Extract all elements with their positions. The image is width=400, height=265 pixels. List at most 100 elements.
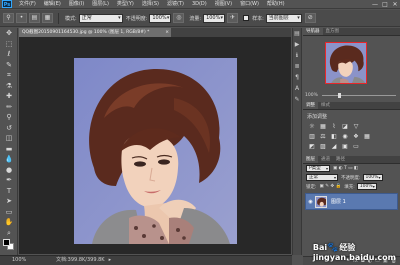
brightness-contrast-icon[interactable]: ☼ xyxy=(308,123,316,131)
sample-select[interactable]: 当前图层 xyxy=(265,13,302,23)
foreground-color-swatch[interactable] xyxy=(3,239,10,246)
actions-panel-icon[interactable]: ▶ xyxy=(293,39,301,50)
portrait-photo xyxy=(74,58,237,244)
menu-view[interactable]: 视图(V) xyxy=(211,0,236,9)
brush-tool-icon[interactable]: ✏ xyxy=(2,102,16,113)
ignore-adjustment-icon[interactable]: ⊘ xyxy=(304,13,316,23)
tab-styles[interactable]: 样式 xyxy=(318,102,333,109)
filter-icons[interactable]: ▣ ◐ T ▭ ◧ xyxy=(333,166,358,171)
navigator-thumbnail[interactable] xyxy=(325,42,367,84)
opacity-input[interactable]: 100% xyxy=(149,13,172,23)
hand-tool-icon[interactable]: ✋ xyxy=(2,217,16,228)
properties-panel-icon[interactable]: ≣ xyxy=(293,61,301,72)
brush-size-picker[interactable]: • xyxy=(16,13,27,23)
pen-tool-icon[interactable]: ✒ xyxy=(2,175,16,186)
navigator-zoom-value[interactable]: 100% xyxy=(305,93,318,98)
curves-icon[interactable]: ⌇ xyxy=(330,123,338,131)
layers-controls: P类型 ▣ ◐ T ▭ ◧ 正常 不透明度: 100% 锁定: ▣ ✎ ✥ 🔒 … xyxy=(303,164,400,210)
menu-image[interactable]: 图像(I) xyxy=(65,0,88,9)
hue-saturation-icon[interactable]: ▥ xyxy=(308,133,316,141)
brush-panel-toggle-icon[interactable]: ▤ xyxy=(29,13,40,23)
paragraph-panel-icon[interactable]: ¶ xyxy=(293,72,301,83)
clone-stamp-preset-icon[interactable]: ⚲ xyxy=(3,13,14,23)
path-select-tool-icon[interactable]: ➤ xyxy=(2,196,16,207)
lock-icons[interactable]: ▣ ✎ ✥ 🔒 xyxy=(320,184,342,189)
zoom-tool-icon[interactable]: ⌕ xyxy=(2,228,16,239)
menu-file[interactable]: 文件(F) xyxy=(15,0,40,9)
lasso-tool-icon[interactable]: ℓ xyxy=(2,49,16,60)
invert-icon[interactable]: ◩ xyxy=(308,143,316,151)
posterize-icon[interactable]: ▨ xyxy=(319,143,327,151)
menu-select[interactable]: 选择(S) xyxy=(138,0,163,9)
menu-help[interactable]: 帮助(H) xyxy=(263,0,289,9)
quick-select-tool-icon[interactable]: ✎ xyxy=(2,60,16,71)
tab-layers[interactable]: 图层 xyxy=(303,156,318,163)
healing-brush-tool-icon[interactable]: ✚ xyxy=(2,91,16,102)
photo-filter-icon[interactable]: ◉ xyxy=(341,133,349,141)
layer-opacity-input[interactable]: 100% xyxy=(362,174,383,181)
adjustment-row-3: ◩ ▨ ◢ ▣ ▭ xyxy=(303,142,400,152)
eraser-tool-icon[interactable]: ◫ xyxy=(2,133,16,144)
dodge-tool-icon[interactable]: ● xyxy=(2,165,16,176)
tab-paths[interactable]: 路径 xyxy=(333,156,348,163)
navigator-zoom: 100% xyxy=(303,91,400,99)
fill-input[interactable]: 100% xyxy=(356,183,377,190)
canvas-area[interactable] xyxy=(19,37,291,254)
close-icon[interactable]: ✕ xyxy=(390,0,400,9)
black-white-icon[interactable]: ◧ xyxy=(330,133,338,141)
document-tab[interactable]: QQ截图20150901164530.jpg @ 100% (图层 1, RGB… xyxy=(19,28,171,37)
selective-color-icon[interactable]: ▣ xyxy=(341,143,349,151)
clone-stamp-tool-icon[interactable]: ⚲ xyxy=(2,112,16,123)
info-panel-icon[interactable]: ℹ xyxy=(293,50,301,61)
levels-icon[interactable]: ▦ xyxy=(319,123,327,131)
eyedropper-tool-icon[interactable]: ⚗ xyxy=(2,81,16,92)
layer-name[interactable]: 图层 1 xyxy=(331,198,346,205)
minimize-icon[interactable]: — xyxy=(370,0,380,9)
eye-icon[interactable]: ◉ xyxy=(306,199,315,205)
zoom-level[interactable]: 100% xyxy=(0,256,26,265)
layers-lock-row: 锁定: ▣ ✎ ✥ 🔒 填充: 100% xyxy=(303,182,400,191)
history-panel-icon[interactable]: ▤ xyxy=(293,28,301,39)
pressure-opacity-icon[interactable]: ◎ xyxy=(173,13,185,23)
tab-adjustments[interactable]: 调整 xyxy=(303,102,318,109)
history-brush-tool-icon[interactable]: ↺ xyxy=(2,123,16,134)
gradient-tool-icon[interactable]: ▬ xyxy=(2,144,16,155)
exposure-icon[interactable]: ◪ xyxy=(341,123,349,131)
blend-mode-select[interactable]: 正常 xyxy=(306,174,338,181)
blur-tool-icon[interactable]: 💧 xyxy=(2,154,16,165)
type-tool-icon[interactable]: T xyxy=(2,186,16,197)
color-balance-icon[interactable]: ⚖ xyxy=(319,133,327,141)
character-panel-icon[interactable]: A xyxy=(293,83,301,94)
layer-row[interactable]: ◉ 图层 1 xyxy=(305,193,398,210)
tab-channels[interactable]: 通道 xyxy=(318,156,333,163)
airbrush-icon[interactable]: ✈ xyxy=(227,13,239,23)
menu-window[interactable]: 窗口(W) xyxy=(236,0,263,9)
canvas-image[interactable] xyxy=(74,58,237,244)
menu-layer[interactable]: 图层(L) xyxy=(88,0,113,9)
shape-tool-icon[interactable]: ▭ xyxy=(2,207,16,218)
brush-panel-icon[interactable]: ✎ xyxy=(293,94,301,105)
menu-filter[interactable]: 滤镜(T) xyxy=(163,0,188,9)
menu-type[interactable]: 类型(Y) xyxy=(113,0,138,9)
gradient-map-icon[interactable]: ▭ xyxy=(352,143,360,151)
layer-filter-select[interactable]: P类型 xyxy=(306,165,330,172)
color-lookup-icon[interactable]: ▦ xyxy=(363,133,371,141)
marquee-tool-icon[interactable]: ⬚ xyxy=(2,39,16,50)
mode-select[interactable]: 正常 xyxy=(78,13,123,23)
navigator-zoom-slider[interactable] xyxy=(321,92,396,98)
crop-tool-icon[interactable]: ⌗ xyxy=(2,70,16,81)
vibrance-icon[interactable]: ▽ xyxy=(352,123,360,131)
close-tab-icon[interactable]: × xyxy=(165,28,169,37)
tab-histogram[interactable]: 直方图 xyxy=(323,28,343,35)
maximize-icon[interactable]: □ xyxy=(380,0,390,9)
threshold-icon[interactable]: ◢ xyxy=(330,143,338,151)
move-tool-icon[interactable]: ✥ xyxy=(2,28,16,39)
clone-source-panel-icon[interactable]: ▦ xyxy=(42,13,53,23)
aligned-checkbox[interactable] xyxy=(243,15,250,21)
status-menu-arrow-icon[interactable]: ▸ xyxy=(109,256,112,265)
flow-input[interactable]: 100% xyxy=(203,13,226,23)
menu-edit[interactable]: 编辑(E) xyxy=(40,0,65,9)
tab-navigator[interactable]: 导航器 xyxy=(303,28,323,35)
menu-3d[interactable]: 3D(D) xyxy=(188,0,211,9)
channel-mixer-icon[interactable]: ❖ xyxy=(352,133,360,141)
